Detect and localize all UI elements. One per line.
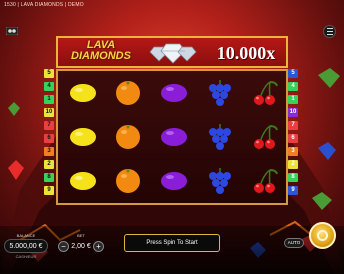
logo-line-2: DIAMONDS	[71, 50, 131, 62]
game-screen: 1530 | LAVA DIAMONDS | DEMO LAVA DIAMOND…	[0, 0, 344, 274]
diamonds-icon	[149, 43, 197, 64]
bet-decrease-button[interactable]: −	[58, 240, 69, 252]
reels-grid	[56, 69, 288, 205]
payline-left-9: 9	[44, 186, 54, 195]
payline-right-9: 9	[288, 186, 298, 195]
grapes-icon	[197, 159, 242, 203]
payline-right-6: 6	[288, 134, 298, 143]
window-title: 1530 | LAVA DIAMONDS | DEMO	[4, 2, 84, 8]
balance-value: 5.000,00 €	[4, 239, 48, 253]
payline-right-8: 8	[288, 173, 298, 182]
cherries-icon	[242, 115, 287, 159]
payline-right-4: 4	[288, 82, 298, 91]
payline-left-4: 4	[44, 82, 54, 91]
reel-4	[197, 71, 242, 203]
payline-right-10: 10	[288, 108, 298, 117]
bet-panel: BET − 2,00 € +	[58, 233, 104, 253]
payline-left-7: 7	[44, 121, 54, 130]
payline-left-8: 8	[44, 173, 54, 182]
payline-left-2: 2	[44, 160, 54, 169]
plum-icon	[151, 71, 196, 115]
balance-label: BALANCE	[16, 233, 36, 238]
reel-1	[60, 71, 105, 203]
bet-label: BET	[77, 233, 85, 238]
balance-panel: BALANCE 5.000,00 € CASH/EUR	[4, 233, 48, 259]
grapes-icon	[197, 115, 242, 159]
reel-5	[242, 71, 287, 203]
lemon-icon	[60, 159, 105, 203]
lemon-icon	[60, 71, 105, 115]
plum-icon	[151, 159, 196, 203]
reel-2	[106, 71, 151, 203]
payline-right-5: 5	[288, 69, 298, 78]
cherries-icon	[242, 159, 287, 203]
game-logo: LAVA DIAMONDS	[62, 40, 140, 66]
bet-increase-button[interactable]: +	[93, 240, 104, 252]
game-logo-icon	[6, 27, 18, 35]
cherries-icon	[242, 71, 287, 115]
payline-left-1: 1	[44, 95, 54, 104]
plum-icon	[151, 115, 196, 159]
autoplay-button[interactable]: AUTO	[284, 238, 304, 248]
reel-3	[151, 71, 196, 203]
payline-right-1: 1	[288, 95, 298, 104]
spin-prompt: Press Spin To Start	[124, 234, 220, 252]
payline-left-3: 3	[44, 147, 54, 156]
paylines-right: 5 4 1 10 7 6 3 2 8 9	[288, 69, 300, 199]
orange-icon	[106, 159, 151, 203]
game-banner: LAVA DIAMONDS 10.000x	[56, 36, 288, 68]
paylines-left: 5 4 1 10 7 6 3 2 8 9	[44, 69, 56, 199]
grapes-icon	[197, 71, 242, 115]
payline-left-5: 5	[44, 69, 54, 78]
hamburger-menu-icon[interactable]	[323, 25, 336, 38]
payline-right-3: 3	[288, 147, 298, 156]
payline-left-6: 6	[44, 134, 54, 143]
orange-icon	[106, 71, 151, 115]
payline-left-10: 10	[44, 108, 54, 117]
payline-right-2: 2	[288, 160, 298, 169]
bet-value: 2,00 €	[71, 242, 91, 250]
orange-icon	[106, 115, 151, 159]
payline-right-7: 7	[288, 121, 298, 130]
lemon-icon	[60, 115, 105, 159]
max-win-multiplier: 10.000x	[216, 43, 276, 63]
spin-button[interactable]	[309, 222, 336, 249]
balance-currency: CASH/EUR	[15, 254, 37, 259]
